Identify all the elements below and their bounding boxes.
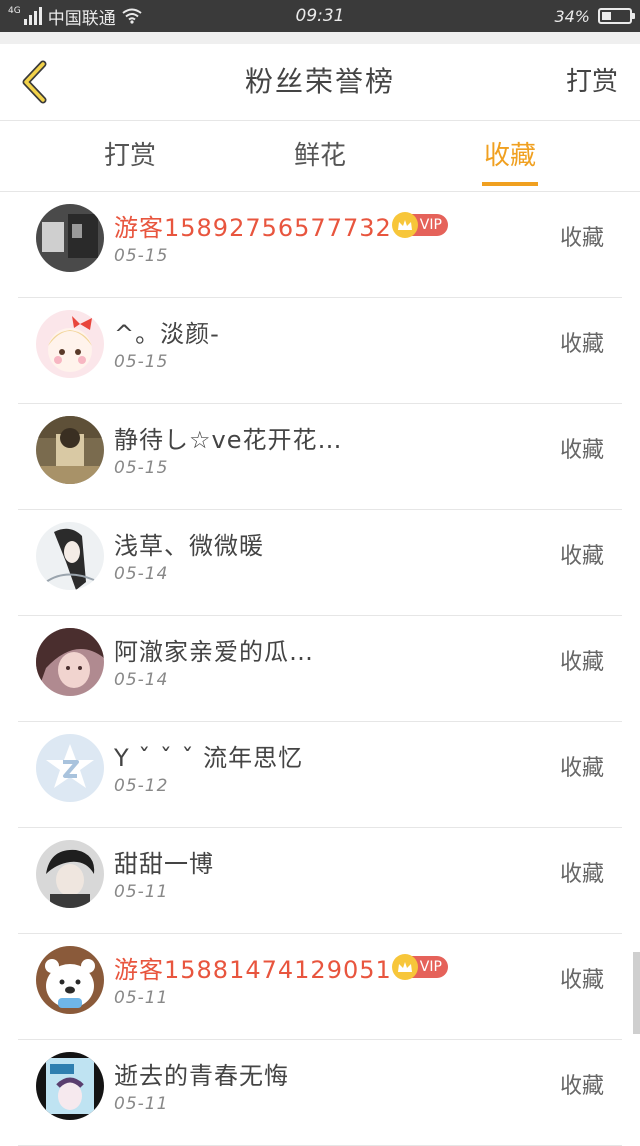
favorite-label: 收藏 [559, 332, 604, 357]
avatar [36, 310, 104, 378]
nav-bar: 粉丝荣誉榜 打赏 [0, 44, 640, 121]
avatar [36, 840, 104, 908]
battery-icon [598, 8, 635, 24]
favorite-label: 收藏 [559, 756, 604, 781]
list-item[interactable]: 游客15881474129051 VIP 05-11 收藏 [18, 934, 622, 1040]
list-item[interactable]: 逝去的青春无悔 05-11 收藏 [18, 1040, 622, 1146]
name-line: 阿澈家亲爱的瓜… [114, 632, 314, 666]
active-tab-indicator [482, 182, 538, 186]
date: 05-15 [114, 246, 169, 266]
status-bar: 4G 中国联通 09:31 34% [0, 0, 640, 32]
favorite-label: 收藏 [559, 438, 604, 463]
date: 05-14 [114, 670, 169, 690]
tab-bar: 打赏 鲜花 收藏 [0, 121, 640, 192]
user-name: 阿澈家亲爱的瓜… [114, 637, 314, 666]
name-line: 浅草、微微暖 [114, 526, 264, 560]
avatar [36, 946, 104, 1014]
user-name: 游客15892756577732 [114, 213, 392, 242]
date: 05-14 [114, 564, 169, 584]
vip-label: VIP [419, 959, 442, 975]
list-item[interactable]: 浅草、微微暖 05-14 收藏 [18, 510, 622, 616]
favorite-label: 收藏 [559, 544, 604, 569]
date: 05-11 [114, 988, 169, 1008]
list-item[interactable]: Y ˇ ˇ ˇ 流年思忆 05-12 收藏 [18, 722, 622, 828]
avatar [36, 522, 104, 590]
avatar [36, 628, 104, 696]
list-item[interactable]: 甜甜一博 05-11 收藏 [18, 828, 622, 934]
list-item[interactable]: 游客15892756577732 VIP 05-15 收藏 [18, 192, 622, 298]
reward-button[interactable]: 打赏 [566, 44, 618, 120]
date: 05-11 [114, 1094, 169, 1114]
favorite-label: 收藏 [559, 968, 604, 993]
user-name: 静待し☆ve花开花… [114, 425, 343, 454]
name-line: 游客15881474129051 VIP [114, 950, 448, 984]
scrollbar-thumb[interactable] [633, 952, 640, 1034]
user-name: 甜甜一博 [114, 849, 214, 878]
vip-badge: VIP [391, 212, 448, 238]
avatar [36, 416, 104, 484]
name-line: Y ˇ ˇ ˇ 流年思忆 [114, 738, 303, 772]
avatar [36, 734, 104, 802]
vip-label: VIP [419, 217, 442, 233]
crown-icon [391, 954, 418, 980]
name-line: 甜甜一博 [114, 844, 214, 878]
tab-favorites[interactable]: 收藏 [440, 121, 580, 191]
top-divider [0, 32, 640, 44]
favorite-label: 收藏 [559, 650, 604, 675]
favorite-label: 收藏 [559, 1074, 604, 1099]
user-name: 游客15881474129051 [114, 955, 392, 984]
name-line: 静待し☆ve花开花… [114, 420, 342, 454]
user-name: 逝去的青春无悔 [114, 1061, 289, 1090]
name-line: 游客15892756577732 VIP [114, 208, 448, 242]
favorite-label: 收藏 [559, 862, 604, 887]
status-right: 34% [554, 0, 635, 32]
vip-badge: VIP [391, 954, 448, 980]
page-title: 粉丝荣誉榜 [244, 65, 395, 98]
tab-reward[interactable]: 打赏 [60, 121, 200, 191]
list-item[interactable]: ^。淡颜- 05-15 收藏 [18, 298, 622, 404]
date: 05-11 [114, 882, 169, 902]
tab-flowers[interactable]: 鲜花 [250, 121, 390, 191]
avatar [36, 1052, 104, 1120]
fan-list: 游客15892756577732 VIP 05-15 收藏 ^。淡颜- 05-1… [0, 192, 640, 1146]
date: 05-12 [114, 776, 169, 796]
user-name: Y ˇ ˇ ˇ 流年思忆 [114, 743, 304, 772]
user-name: 浅草、微微暖 [114, 531, 264, 560]
name-line: 逝去的青春无悔 [114, 1056, 289, 1090]
name-line: ^。淡颜- [114, 314, 220, 348]
user-name: ^。淡颜- [114, 319, 220, 348]
crown-icon [391, 212, 418, 238]
battery-percent: 34% [554, 6, 590, 26]
favorite-label: 收藏 [559, 226, 604, 251]
list-item[interactable]: 阿澈家亲爱的瓜… 05-14 收藏 [18, 616, 622, 722]
list-item[interactable]: 静待し☆ve花开花… 05-15 收藏 [18, 404, 622, 510]
date: 05-15 [114, 458, 169, 478]
avatar [36, 204, 104, 272]
clock: 09:31 [295, 6, 345, 26]
date: 05-15 [114, 352, 169, 372]
